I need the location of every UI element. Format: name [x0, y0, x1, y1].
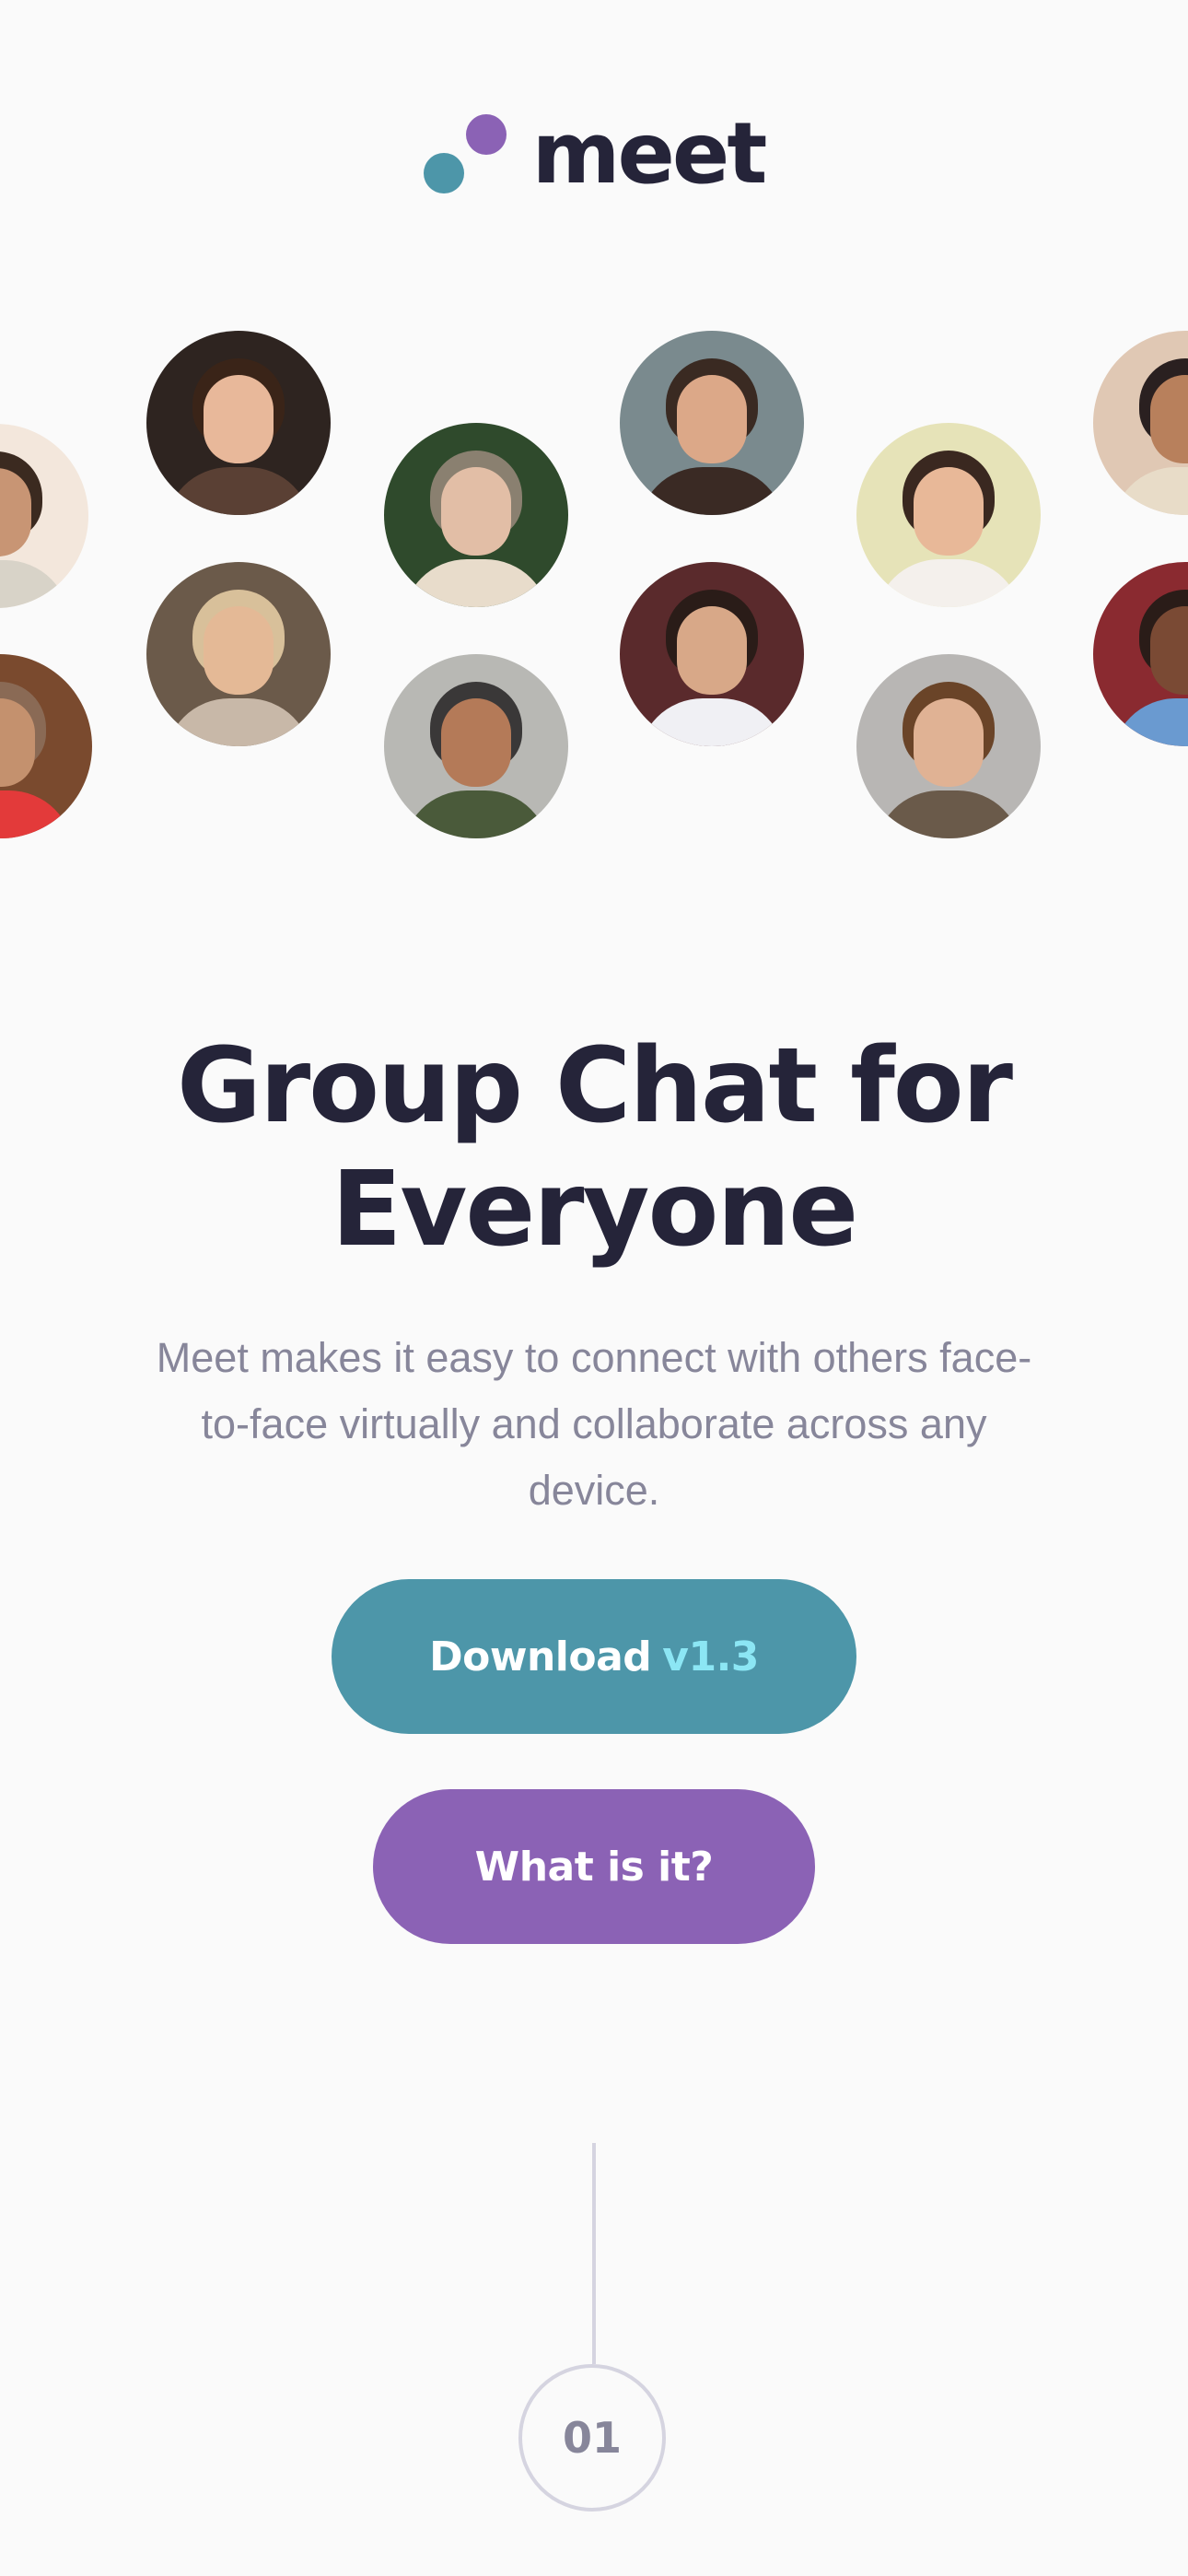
title-line-1: Group Chat for — [177, 1026, 1013, 1146]
download-version-label: v1.3 — [662, 1633, 759, 1680]
avatar-man-laughing — [856, 423, 1041, 607]
avatar-man-beanie — [0, 654, 92, 838]
logo-wordmark: meet — [531, 104, 768, 203]
avatar-man-sunglasses — [620, 331, 804, 515]
landing-page: meet Group Chat for Everyone Meet makes … — [0, 0, 1188, 2576]
download-button-label: Download — [429, 1633, 652, 1680]
avatar-woman-smiling — [146, 331, 331, 515]
avatar-man-curly-hair — [856, 654, 1041, 838]
avatar-woman-partial-right-bottom — [1093, 562, 1188, 746]
hero-description: Meet makes it easy to connect with other… — [156, 1334, 1032, 1514]
logo-purple-dot — [465, 114, 507, 155]
title-line-2: Everyone — [331, 1150, 858, 1270]
avatar-man-partial-left-top — [0, 424, 88, 608]
step-connector-line — [592, 2143, 596, 2364]
download-button[interactable]: Download v1.3 — [332, 1579, 856, 1734]
avatar-woman-blonde — [146, 562, 331, 746]
avatar-man-partial-right-top — [1093, 331, 1188, 515]
brand-logo[interactable]: meet — [0, 103, 1188, 205]
what-is-it-button[interactable]: What is it? — [373, 1789, 815, 1944]
avatar-man-glasses — [384, 423, 568, 607]
step-number: 01 — [562, 2413, 622, 2463]
step-number-badge: 01 — [518, 2364, 666, 2512]
what-is-it-label: What is it? — [474, 1843, 714, 1891]
logo-dots-icon — [423, 112, 507, 195]
page-title: Group Chat for Everyone — [0, 1025, 1188, 1271]
logo-teal-dot — [423, 153, 464, 193]
avatar-older-man — [384, 654, 568, 838]
avatar-man-flowers — [620, 562, 804, 746]
